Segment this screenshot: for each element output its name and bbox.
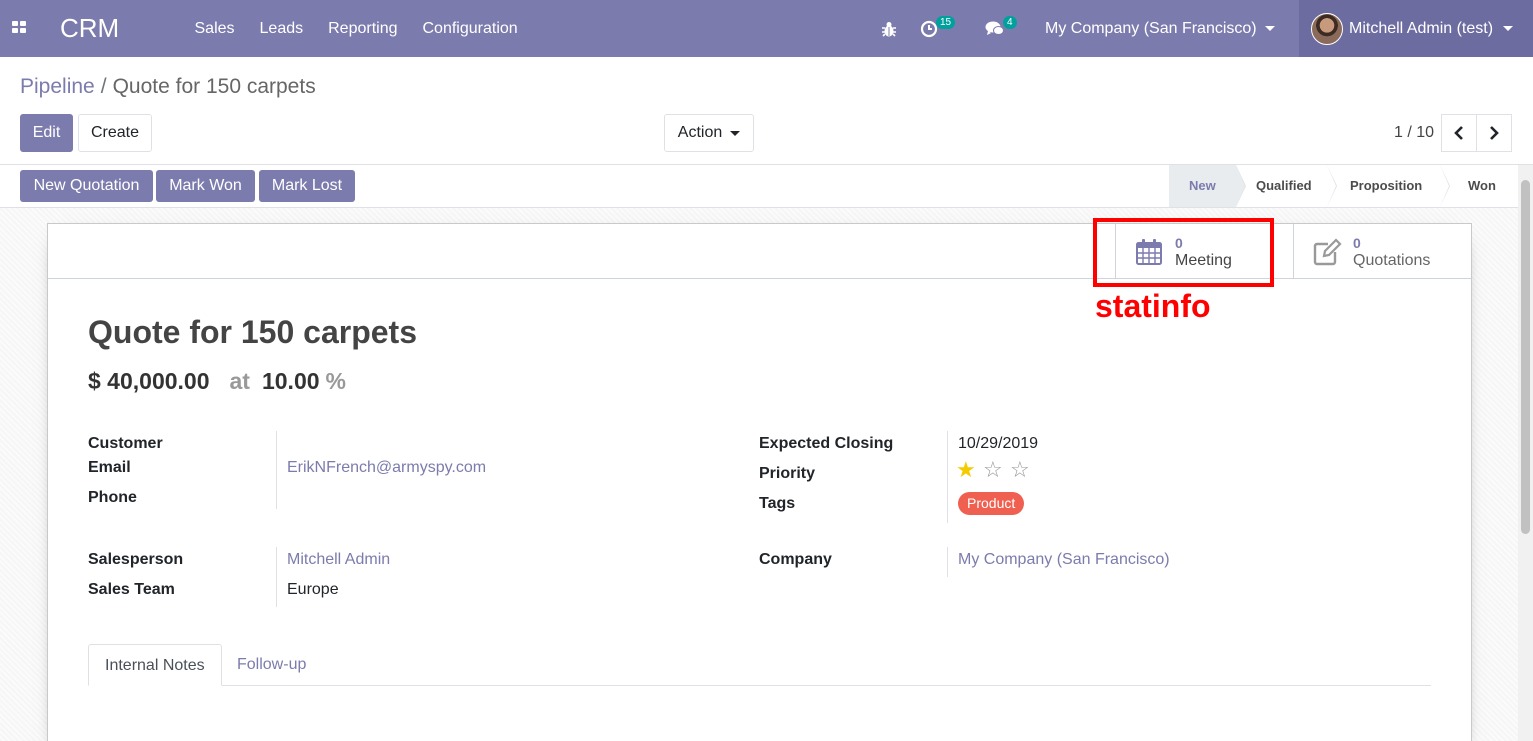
chevron-right-icon [1490,126,1499,140]
revenue-line: $ 40,000.00 at 10.00% [88,368,346,395]
percent-sign: % [325,368,346,394]
user-name: Mitchell Admin (test) [1349,19,1494,37]
probability-value[interactable]: 10.00 [262,368,320,394]
breadcrumb-separator: / [100,75,107,98]
caret-down-icon [1264,26,1275,32]
expected-closing-value: 10/29/2019 [958,435,1039,452]
scroll-thumb[interactable] [1521,180,1530,534]
quotations-count: 0 [1353,234,1361,251]
priority-label: Priority [759,465,816,482]
pager-value[interactable]: 1 / 10 [1394,124,1434,142]
mark-lost-button[interactable]: Mark Lost [259,170,355,202]
quotations-label: Quotations [1353,251,1431,269]
stage-qualified[interactable]: Qualified [1236,165,1337,207]
sales-team-value: Europe [287,581,339,598]
stage-won[interactable]: Won [1440,165,1518,207]
lead-title[interactable]: Quote for 150 carpets [88,314,417,351]
pager-next-button[interactable] [1476,114,1512,152]
stage-new[interactable]: New [1169,165,1246,207]
expected-revenue[interactable]: $ 40,000.00 [88,368,210,394]
field-divider [276,431,277,509]
activity-clock-icon[interactable] [920,0,938,57]
company-name: My Company (San Francisco) [1045,20,1257,37]
message-count-badge: 4 [1003,16,1017,29]
company-switcher[interactable]: My Company (San Francisco) [1045,0,1275,57]
caret-down-icon [730,130,741,136]
salesperson-label: Salesperson [88,551,184,568]
quotations-stat-button[interactable]: 0 Quotations [1293,224,1471,279]
field-divider [947,431,948,523]
breadcrumb-current: Quote for 150 carpets [112,75,316,98]
field-divider [947,547,948,577]
stage-qualified-label: Qualified [1256,178,1312,193]
menu-item-leads[interactable]: Leads [247,0,316,57]
action-label: Action [677,124,723,141]
star-empty-icon[interactable]: ☆ [1010,459,1030,481]
phone-label: Phone [88,489,137,506]
annotation-label: statinfo [1095,288,1211,324]
star-empty-icon[interactable]: ☆ [983,459,1003,481]
create-button[interactable]: Create [78,114,152,152]
tags-label: Tags [759,495,796,512]
field-divider [276,547,277,607]
user-menu[interactable]: Mitchell Admin (test) [1299,0,1533,57]
star-filled-icon[interactable]: ★ [956,459,976,481]
control-panel: Pipeline / Quote for 150 carpets Edit Crea… [0,57,1533,165]
menu-item-configuration[interactable]: Configuration [410,0,530,57]
at-label: at [229,368,250,394]
mark-won-button[interactable]: Mark Won [156,170,255,202]
breadcrumb: Pipeline / Quote for 150 carpets [20,75,316,99]
breadcrumb-pipeline-link[interactable]: Pipeline [20,75,95,98]
activity-count-badge: 15 [936,16,956,29]
pencil-square-icon [1313,237,1342,265]
stage-new-label: New [1189,178,1216,193]
app-brand[interactable]: CRM [60,13,119,44]
debug-bug-icon[interactable] [880,0,898,57]
notebook-tabs: Internal Notes Follow-up [88,644,1431,686]
new-quotation-button[interactable]: New Quotation [20,170,153,202]
stage-won-label: Won [1468,178,1496,193]
customer-label: Customer [88,435,163,452]
pager-previous-button[interactable] [1441,114,1477,152]
menu-item-reporting[interactable]: Reporting [316,0,410,57]
form-statusbar: New Quotation Mark Won Mark Lost New Qua… [0,165,1533,208]
menu-item-sales[interactable]: Sales [182,0,247,57]
tag-product-badge: Product [958,492,1025,515]
page-scrollbar[interactable] [1518,165,1533,741]
stage-proposition[interactable]: Proposition [1327,165,1450,207]
main-menu: Sales Leads Reporting Configuration [182,0,530,57]
annotation-highlight-box [1093,218,1274,287]
company-value[interactable]: My Company (San Francisco) [958,551,1170,569]
user-avatar [1311,12,1343,45]
sales-team-label: Sales Team [88,581,175,598]
top-navbar: CRM Sales Leads Reporting Configuration … [0,0,1533,57]
tab-follow-up[interactable]: Follow-up [221,644,322,686]
tab-internal-notes[interactable]: Internal Notes [88,644,222,686]
action-dropdown-button[interactable]: Action [664,114,754,152]
expected-closing-label: Expected Closing [759,435,894,452]
messages-chat-icon[interactable] [985,0,1005,57]
edit-button[interactable]: Edit [20,114,73,152]
email-value[interactable]: ErikNFrench@armyspy.com [287,459,486,477]
company-label: Company [759,551,832,568]
caret-down-icon [1503,26,1514,31]
stage-proposition-label: Proposition [1350,178,1423,193]
chevron-left-icon [1454,126,1463,140]
apps-menu-icon[interactable] [12,21,28,35]
email-label: Email [88,459,131,476]
salesperson-value[interactable]: Mitchell Admin [287,551,390,569]
stage-pipeline: New Qualified Proposition Won [1169,165,1518,207]
